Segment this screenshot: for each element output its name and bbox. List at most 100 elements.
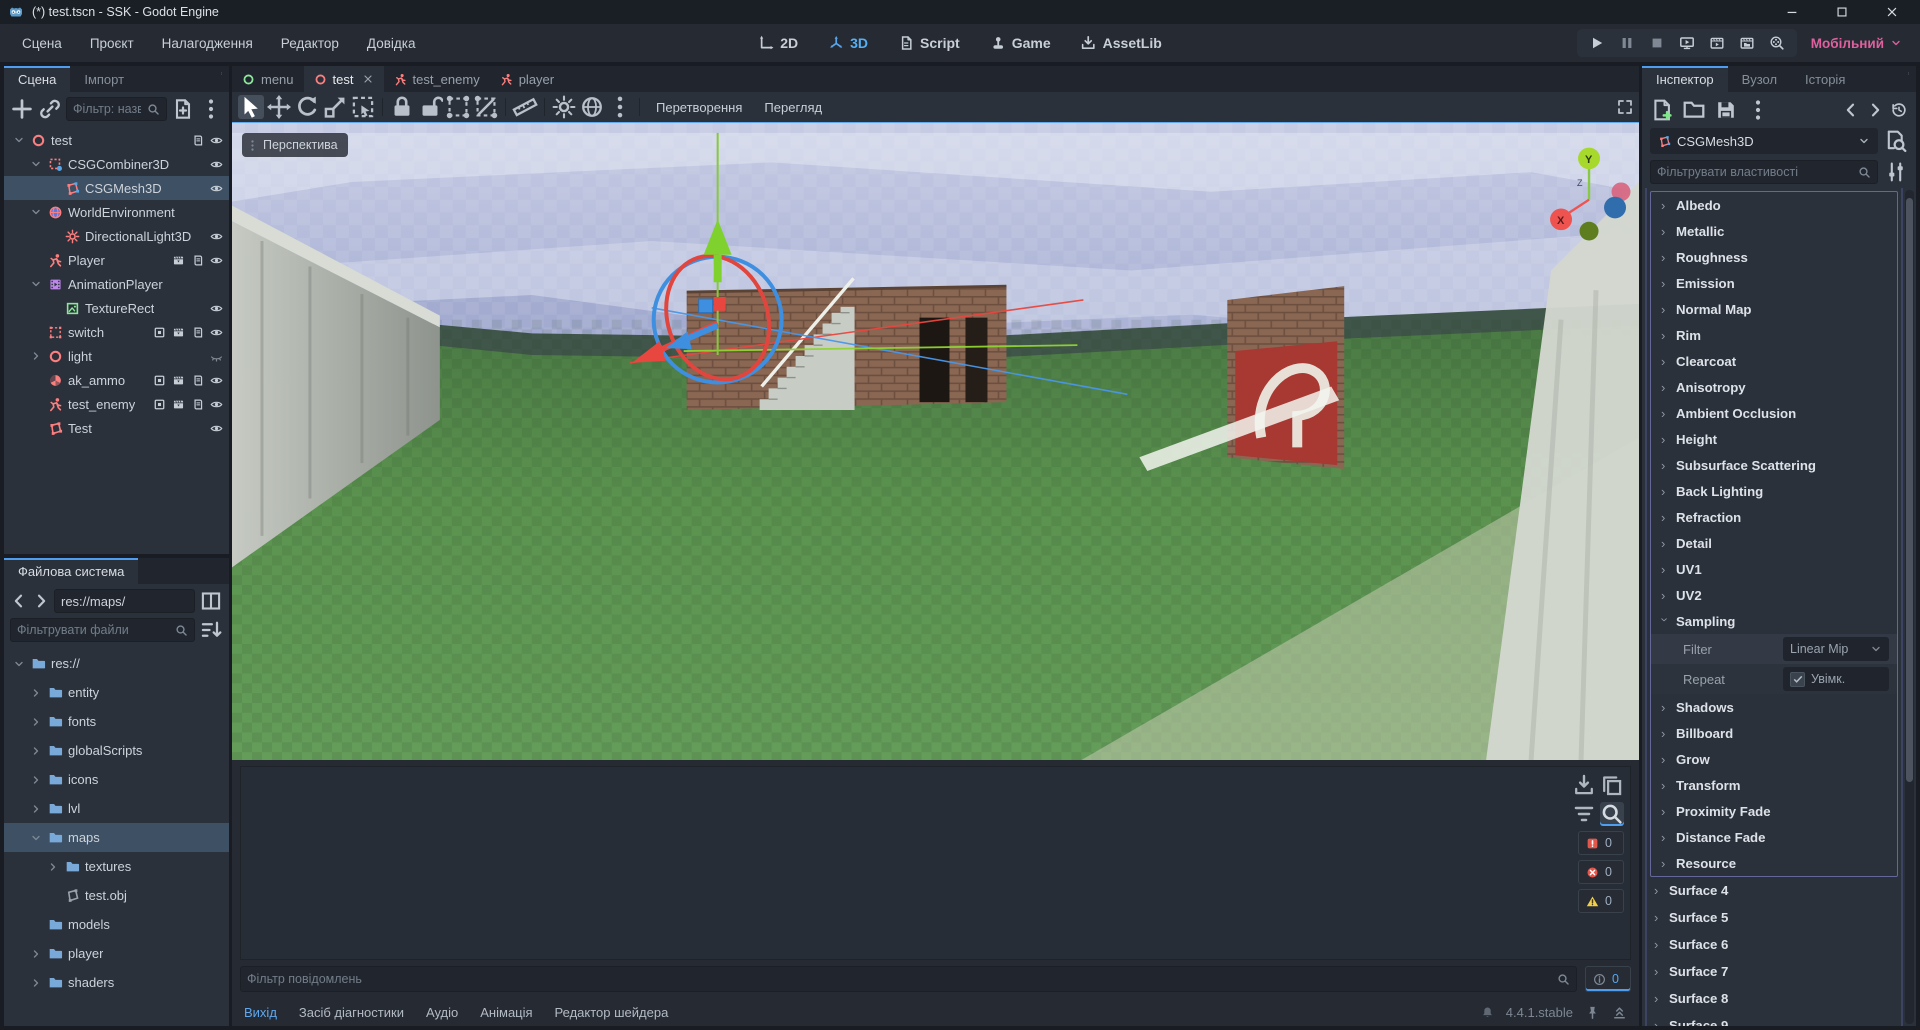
inspector-section-roughness[interactable]: › Roughness (1651, 244, 1897, 270)
scene-tree-options-button[interactable] (199, 97, 223, 121)
inspector-section-grow[interactable]: › Grow (1651, 746, 1897, 772)
stop-button[interactable] (1649, 35, 1665, 51)
chevron-right-icon[interactable] (30, 948, 42, 960)
clapper-icon[interactable] (172, 254, 185, 267)
workspace-script[interactable]: Script (890, 31, 968, 55)
instance-scene-button[interactable] (38, 97, 62, 121)
scene-tab-player[interactable]: player (490, 66, 564, 92)
inspector-section-normal-map[interactable]: › Normal Map (1651, 296, 1897, 322)
eye-icon[interactable] (210, 158, 223, 171)
scene-node-test-enemy[interactable]: test_enemy (4, 392, 229, 416)
bottom-panel-засіб-діагностики[interactable]: Засіб діагностики (299, 1005, 404, 1020)
maximize-viewport-icon[interactable] (1617, 99, 1633, 115)
preview-sun-button[interactable] (551, 95, 577, 119)
group-node-button[interactable] (445, 95, 471, 119)
menubar-item-налагодження[interactable]: Налагодження (152, 32, 263, 55)
inspector-section-ambient-occlusion[interactable]: › Ambient Occlusion (1651, 400, 1897, 426)
script-icon[interactable] (191, 374, 204, 387)
search-count-chip[interactable]: 0 (1585, 966, 1631, 992)
scene-node-directionallight3d[interactable]: DirectionalLight3D (4, 224, 229, 248)
fs-item-lvl[interactable]: lvl (4, 794, 229, 823)
inspector-section-shadows[interactable]: › Shadows (1651, 694, 1897, 720)
fs-item-test-obj[interactable]: test.obj (4, 881, 229, 910)
select-tool-button[interactable] (238, 95, 264, 119)
fs-item-entity[interactable]: entity (4, 678, 229, 707)
chevron-right-icon[interactable] (30, 803, 42, 815)
ruler-tool-button[interactable] (512, 95, 538, 119)
oxdot-icon[interactable] (153, 374, 166, 387)
close-button[interactable] (1884, 4, 1900, 20)
viewport-3d[interactable]: Y X Z Перспектива (232, 122, 1639, 760)
scene-node-player[interactable]: Player (4, 248, 229, 272)
add-child-node-button[interactable] (10, 97, 34, 121)
inspector-section-surface-6[interactable]: › Surface 6 (1650, 931, 1898, 958)
scene-node-light[interactable]: light (4, 344, 229, 368)
inspector-section-proximity-fade[interactable]: › Proximity Fade (1651, 798, 1897, 824)
maximize-button[interactable] (1834, 4, 1850, 20)
eye-icon[interactable] (210, 254, 223, 267)
menubar-item-сцена[interactable]: Сцена (12, 32, 72, 55)
close-tab-icon[interactable] (362, 73, 374, 85)
fs-path-box[interactable]: res://maps/ (54, 589, 195, 613)
inspector-section-rim[interactable]: › Rim (1651, 322, 1897, 348)
pause-button[interactable] (1619, 35, 1635, 51)
bottom-panel-вихід[interactable]: Вихід (244, 1005, 277, 1020)
chevron-right-icon[interactable] (30, 977, 42, 989)
tab-вузол[interactable]: Вузол (1728, 66, 1791, 92)
notifications-bell-icon[interactable] (1481, 1006, 1494, 1019)
new-scene-tab-button[interactable] (564, 66, 580, 81)
repeat-checkbox[interactable]: Увімк. (1783, 667, 1889, 691)
workspace-assetlib[interactable]: AssetLib (1073, 31, 1170, 55)
chevron-down-icon[interactable] (30, 832, 42, 844)
collapse-duplicates-button[interactable] (1572, 802, 1596, 826)
dock-menu-icon[interactable] (1901, 66, 1916, 81)
scene-tab-menu[interactable]: menu (232, 66, 304, 92)
attach-script-button[interactable] (171, 97, 195, 121)
copy-log-button[interactable] (1600, 773, 1624, 797)
tab-імпорт[interactable]: Імпорт (70, 66, 138, 92)
clapper-icon[interactable] (172, 398, 185, 411)
tab-сцена[interactable]: Сцена (4, 66, 71, 92)
inspector-section-emission[interactable]: › Emission (1651, 270, 1897, 296)
scene-node-animationplayer[interactable]: AnimationPlayer (4, 272, 229, 296)
inspector-section-surface-7[interactable]: › Surface 7 (1650, 958, 1898, 985)
scene-filter-input[interactable] (73, 102, 141, 116)
remote-debug-button[interactable] (1679, 35, 1695, 51)
clapper-icon[interactable] (172, 374, 185, 387)
scene-node-csgmesh3d[interactable]: CSGMesh3D (4, 176, 229, 200)
movie-maker-button[interactable] (1769, 35, 1785, 51)
oxdot-icon[interactable] (153, 398, 166, 411)
open-docs-button[interactable] (1884, 129, 1908, 153)
eye-icon[interactable] (210, 422, 223, 435)
eye-icon[interactable] (210, 398, 223, 411)
inspector-section-resource[interactable]: › Resource (1651, 850, 1897, 876)
eye-icon[interactable] (210, 230, 223, 243)
chevron-right-icon[interactable] (30, 687, 42, 699)
fs-item-textures[interactable]: textures (4, 852, 229, 881)
bottom-panel-аудіо[interactable]: Аудіо (426, 1005, 458, 1020)
fs-filter-input[interactable] (17, 623, 169, 637)
script-icon[interactable] (191, 254, 204, 267)
history-back-button[interactable] (1842, 98, 1860, 122)
eye-icon[interactable] (210, 374, 223, 387)
menubar-item-проєкт[interactable]: Проєкт (80, 32, 144, 55)
fs-forward-button[interactable] (32, 589, 50, 613)
inspector-section-surface-5[interactable]: › Surface 5 (1650, 904, 1898, 931)
tab-filesystem[interactable]: Файлова система (4, 558, 139, 584)
fs-item-globalscripts[interactable]: globalScripts (4, 736, 229, 765)
inspector-section-sampling[interactable]: › Sampling (1651, 608, 1897, 634)
workspace-game[interactable]: Game (982, 31, 1059, 55)
chevron-down-icon[interactable] (30, 158, 42, 170)
minimize-button[interactable] (1784, 4, 1800, 20)
inspector-section-billboard[interactable]: › Billboard (1651, 720, 1897, 746)
save-log-button[interactable] (1572, 773, 1596, 797)
bottom-panel-редактор-шейдера[interactable]: Редактор шейдера (555, 1005, 669, 1020)
fs-item-icons[interactable]: icons (4, 765, 229, 794)
fs-split-mode-button[interactable] (199, 589, 223, 613)
inspector-section-anisotropy[interactable]: › Anisotropy (1651, 374, 1897, 400)
scene-node-switch[interactable]: switch (4, 320, 229, 344)
eye-icon[interactable] (210, 302, 223, 315)
inspector-section-metallic[interactable]: › Metallic (1651, 218, 1897, 244)
scene-node-test[interactable]: test (4, 128, 229, 152)
inspector-filter-input[interactable] (1657, 165, 1852, 179)
